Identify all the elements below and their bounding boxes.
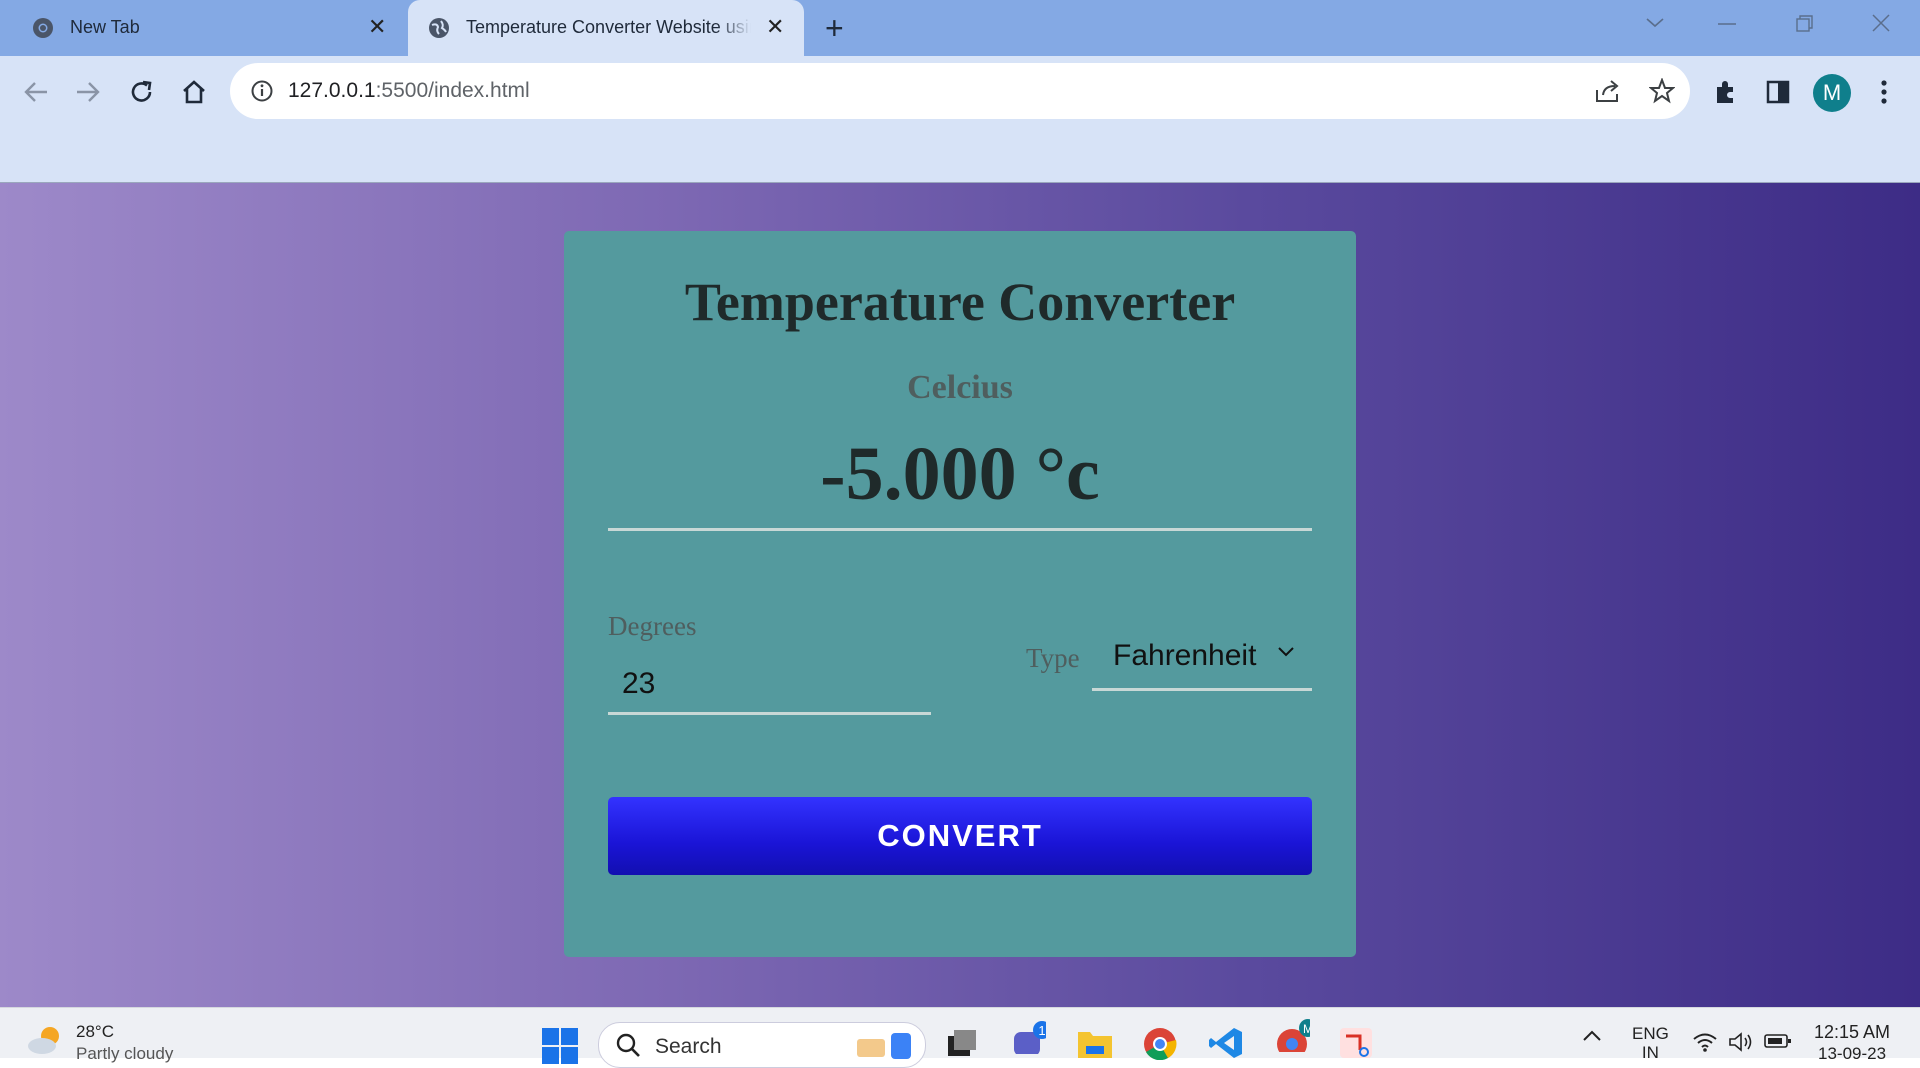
tab-title: Temperature Converter Website using HTML…: [466, 17, 751, 37]
extensions-button[interactable]: [1710, 76, 1742, 108]
result-unit-label: Celcius: [907, 369, 1013, 406]
home-button[interactable]: [178, 76, 210, 108]
reload-icon: [131, 80, 152, 102]
minimize-icon[interactable]: [1718, 22, 1736, 26]
reload-button[interactable]: [126, 76, 158, 108]
tab-search-chevron-icon[interactable]: [1646, 18, 1664, 28]
windows-taskbar: 28°C Partly cloudy Search 1 M ENG IN 12:…: [0, 1007, 1920, 1068]
battery-icon[interactable]: [1764, 1032, 1792, 1050]
page-title: Temperature Converter: [684, 272, 1236, 332]
back-icon: [24, 82, 47, 102]
degrees-input[interactable]: [608, 655, 931, 715]
extensions-icon: [1717, 81, 1733, 103]
teams-chat-icon[interactable]: 1: [1010, 1020, 1046, 1054]
profile-avatar[interactable]: M: [1813, 74, 1851, 112]
page-background: Temperature Converter Celcius -5.000 °c …: [0, 183, 1920, 1007]
url-host: 127.0.0.1: [288, 79, 376, 102]
degrees-label: Degrees: [608, 611, 697, 641]
file-explorer-icon[interactable]: [1076, 1026, 1112, 1060]
tab-title: New Tab: [70, 17, 140, 37]
forward-icon: [77, 82, 100, 102]
menu-kebab-icon: [1881, 80, 1887, 104]
language-region: IN: [1641, 1043, 1659, 1062]
site-info-icon[interactable]: [248, 77, 276, 105]
result-divider: [608, 528, 1312, 531]
new-tab-button[interactable]: +: [825, 12, 844, 44]
clock-time[interactable]: 12:15 AM: [1814, 1022, 1890, 1043]
taskbar-search-box[interactable]: Search: [598, 1022, 926, 1068]
search-placeholder: Search: [655, 1035, 722, 1058]
chevron-up-icon[interactable]: [1582, 1030, 1602, 1042]
partly-cloudy-icon[interactable]: [26, 1022, 66, 1058]
home-icon: [183, 80, 205, 104]
weather-temperature[interactable]: 28°C: [76, 1022, 114, 1042]
clock-date[interactable]: 13-09-23: [1818, 1044, 1886, 1064]
url-text[interactable]: 127.0.0.1:5500/index.html: [288, 79, 530, 103]
chrome-profile-icon[interactable]: M: [1274, 1018, 1310, 1052]
task-view-icon[interactable]: [944, 1026, 980, 1060]
type-selected-value: Fahrenheit: [1113, 639, 1257, 672]
snipping-tool-icon[interactable]: [1338, 1026, 1374, 1060]
forward-button[interactable]: [72, 76, 104, 108]
close-icon[interactable]: ✕: [766, 14, 784, 40]
side-panel-icon: [1766, 80, 1790, 104]
language-indicator[interactable]: ENG IN: [1632, 1024, 1669, 1062]
wifi-icon[interactable]: [1692, 1032, 1718, 1052]
weather-description[interactable]: Partly cloudy: [76, 1044, 173, 1064]
language-code: ENG: [1632, 1024, 1669, 1043]
type-label: Type: [1026, 643, 1080, 673]
chat-badge: 1: [1038, 1023, 1045, 1038]
result-value: -5.000 °c: [820, 432, 1100, 516]
back-button[interactable]: [20, 76, 52, 108]
chevron-down-icon: [1278, 647, 1294, 657]
browser-toolbar: 127.0.0.1:5500/index.html M: [0, 56, 1920, 183]
menu-button[interactable]: [1868, 76, 1900, 108]
url-path: :5500/index.html: [375, 79, 530, 102]
tab-new-tab[interactable]: New Tab ✕: [12, 0, 408, 56]
window-close-icon[interactable]: [1872, 14, 1890, 32]
search-highlight-icon: [857, 1033, 911, 1059]
search-icon: [616, 1033, 640, 1057]
converter-card: Temperature Converter Celcius -5.000 °c …: [564, 231, 1356, 957]
side-panel-button[interactable]: [1762, 76, 1794, 108]
convert-button[interactable]: CONVERT: [608, 797, 1312, 875]
chrome-icon: [33, 18, 53, 38]
chrome-profile-badge: M: [1303, 1022, 1310, 1036]
bookmark-star-icon[interactable]: [1648, 77, 1676, 105]
vscode-icon[interactable]: [1208, 1026, 1244, 1060]
globe-icon: [429, 18, 449, 38]
tab-temperature-converter[interactable]: Temperature Converter Website using HTML…: [408, 0, 804, 56]
close-icon[interactable]: ✕: [368, 14, 386, 40]
restore-icon[interactable]: [1796, 15, 1814, 33]
volume-icon[interactable]: [1728, 1032, 1754, 1052]
chrome-icon[interactable]: [1142, 1026, 1178, 1060]
browser-tab-bar: New Tab ✕ Temperature Converter Website …: [0, 0, 1920, 56]
windows-start-icon[interactable]: [542, 1028, 578, 1064]
address-bar[interactable]: 127.0.0.1:5500/index.html: [230, 63, 1690, 119]
share-icon[interactable]: [1594, 77, 1622, 105]
type-select[interactable]: Fahrenheit: [1092, 629, 1312, 691]
